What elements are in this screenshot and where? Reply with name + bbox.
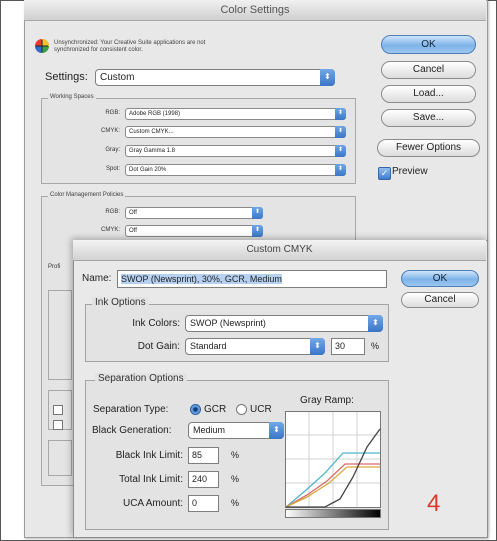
working-spaces-label: Working Spaces (48, 94, 96, 100)
uca-percent: % (231, 498, 240, 508)
hidden-subgroup-3 (48, 440, 72, 476)
policy-cmyk-label: CMYK: (100, 227, 120, 233)
ucr-radio[interactable] (236, 404, 247, 415)
chevron-updown-icon: ⬍ (252, 207, 263, 219)
step-number: 4 (427, 490, 441, 517)
custom-cmyk-titlebar: Custom CMYK (73, 240, 486, 261)
name-label: Name: (82, 273, 112, 284)
policy-rgb-value: Off (129, 210, 137, 216)
policy-profile-partial-label: Profi (48, 264, 61, 270)
ws-cmyk-select[interactable]: Custom CMYK... ⬍ (125, 126, 346, 138)
ws-spot-select[interactable]: Dot Gain 20% ⬍ (125, 164, 346, 176)
dot-gain-percent: % (371, 341, 380, 351)
black-generation-value: Medium (193, 425, 226, 435)
gcr-radio[interactable] (190, 404, 201, 415)
dot-gain-amount-field[interactable]: 30 (331, 338, 365, 355)
fewer-options-button[interactable]: Fewer Options (377, 139, 480, 157)
chevron-updown-icon: ⬍ (335, 164, 346, 176)
preview-label: Preview (392, 166, 428, 177)
chevron-updown-icon: ⬍ (335, 108, 346, 120)
cancel-button[interactable]: Cancel (381, 61, 476, 79)
sync-message: Unsynchronized: Your Creative Suite appl… (54, 40, 206, 53)
black-generation-label: Black Generation: (92, 425, 172, 436)
ws-cmyk-value: Custom CMYK... (129, 129, 174, 135)
dot-gain-value: Standard (190, 341, 227, 351)
load-button[interactable]: Load... (381, 85, 476, 103)
ink-options-label: Ink Options (92, 297, 149, 308)
chevron-updown-icon: ⬍ (335, 145, 346, 157)
gcr-label: GCR (204, 404, 227, 415)
ws-gray-label: Gray: (105, 147, 120, 153)
chevron-updown-icon: ⬍ (310, 338, 325, 355)
ws-gray-select[interactable]: Gray Gamma 1.8 ⬍ (125, 145, 346, 157)
chevron-updown-icon: ⬍ (252, 225, 263, 237)
ws-spot-value: Dot Gain 20% (129, 167, 167, 173)
black-ink-percent: % (231, 450, 240, 460)
ink-colors-label: Ink Colors: (132, 318, 180, 329)
cmyk-ok-button[interactable]: OK (401, 270, 479, 287)
ink-colors-value: SWOP (Newsprint) (190, 318, 266, 328)
gray-ramp-gradient-bar (285, 509, 381, 518)
separation-type-label: Separation Type: (93, 404, 169, 415)
ink-colors-select[interactable]: SWOP (Newsprint) ⬍ (185, 315, 383, 332)
settings-label: Settings: (45, 71, 88, 83)
cmyk-cancel-button[interactable]: Cancel (401, 292, 479, 308)
black-ink-limit-label: Black Ink Limit: (115, 450, 183, 461)
ws-spot-label: Spot: (105, 166, 120, 172)
policy-rgb-label: RGB: (105, 209, 120, 215)
dot-gain-label: Dot Gain: (137, 341, 180, 352)
ucr-label: UCR (250, 404, 272, 415)
uca-amount-label: UCA Amount: (122, 498, 183, 509)
total-ink-percent: % (231, 474, 240, 484)
total-ink-limit-label: Total Ink Limit: (119, 474, 183, 485)
policy-cmyk-value: Off (129, 228, 137, 234)
settings-value: Custom (100, 72, 135, 83)
gray-ramp-graph (285, 411, 381, 518)
black-generation-select[interactable]: Medium ⬍ (188, 422, 284, 439)
chevron-updown-icon: ⬍ (335, 126, 346, 138)
policy-cmyk-select[interactable]: Off ⬍ (125, 225, 263, 237)
uca-amount-field[interactable]: 0 (188, 495, 219, 512)
hidden-checkbox-1[interactable] (53, 405, 63, 415)
dot-gain-select[interactable]: Standard ⬍ (185, 338, 325, 355)
ws-rgb-label: RGB: (105, 110, 120, 116)
policies-label: Color Management Policies (48, 192, 126, 198)
hidden-checkbox-2[interactable] (53, 420, 63, 430)
color-wheel-icon (35, 39, 49, 53)
chevron-updown-icon: ⬍ (269, 422, 284, 439)
name-field[interactable]: SWOP (Newsprint), 30%, GCR, Medium (117, 270, 387, 288)
ws-gray-value: Gray Gamma 1.8 (129, 148, 176, 154)
preview-checkbox[interactable]: ✓ (378, 167, 391, 180)
ws-rgb-select[interactable]: Adobe RGB (1998) ⬍ (125, 108, 346, 120)
policy-rgb-select[interactable]: Off ⬍ (125, 207, 263, 219)
chevron-updown-icon: ⬍ (368, 315, 383, 332)
save-button[interactable]: Save... (381, 109, 476, 127)
settings-select[interactable]: Custom ⬍ (95, 69, 335, 86)
gray-ramp-label: Gray Ramp: (300, 395, 354, 406)
black-ink-limit-field[interactable]: 85 (188, 447, 219, 464)
ws-rgb-value: Adobe RGB (1998) (129, 111, 181, 117)
separation-options-label: Separation Options (95, 373, 187, 384)
name-value: SWOP (Newsprint), 30%, GCR, Medium (121, 274, 282, 284)
ok-button[interactable]: OK (381, 35, 476, 54)
chevron-updown-icon: ⬍ (320, 69, 335, 86)
total-ink-limit-field[interactable]: 240 (188, 471, 219, 488)
hidden-subgroup (48, 290, 72, 380)
ws-cmyk-label: CMYK: (100, 128, 120, 134)
color-settings-titlebar: Color Settings (24, 0, 486, 21)
